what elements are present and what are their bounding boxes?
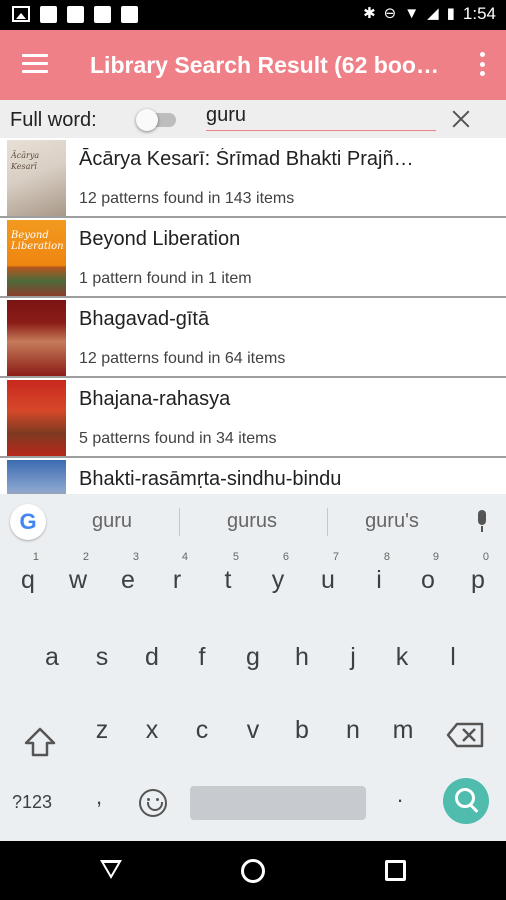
list-item[interactable]: Beyond Liberation Beyond Liberation 1 pa… bbox=[0, 218, 506, 298]
suggestion-divider bbox=[179, 508, 180, 536]
app-bar: Library Search Result (62 book… bbox=[0, 30, 506, 100]
key-row-4: ?123 , . bbox=[0, 772, 506, 844]
match-summary: 5 patterns found in 34 items bbox=[79, 430, 277, 447]
key-h[interactable]: h bbox=[278, 627, 326, 687]
notification-icons bbox=[12, 6, 138, 23]
key-row-2: a s d f g h j k l bbox=[0, 627, 506, 699]
back-icon[interactable] bbox=[100, 860, 122, 879]
period-key[interactable]: . bbox=[397, 782, 403, 808]
image-icon bbox=[12, 6, 30, 22]
key-j[interactable]: j bbox=[329, 627, 377, 687]
notification-icon bbox=[94, 6, 111, 23]
more-vert-icon[interactable] bbox=[480, 52, 486, 76]
mic-icon[interactable] bbox=[474, 510, 490, 534]
navigation-bar bbox=[0, 841, 506, 900]
results-list: Ācārya Kesarī Ācārya Kesarī: Śrīmad Bhak… bbox=[0, 138, 506, 494]
key-row-3: z x c v b n m bbox=[0, 700, 506, 772]
match-summary: 12 patterns found in 143 items bbox=[79, 190, 295, 207]
key-v[interactable]: v bbox=[229, 700, 277, 760]
backspace-icon[interactable] bbox=[446, 720, 486, 750]
suggestion[interactable]: guru bbox=[57, 510, 167, 533]
notification-icon bbox=[121, 6, 138, 23]
key-t[interactable]: t5 bbox=[204, 550, 252, 610]
search-key[interactable] bbox=[443, 778, 489, 824]
book-title: Beyond Liberation bbox=[79, 228, 241, 250]
book-title: Ācārya Kesarī: Śrīmad Bhakti Prajñ… bbox=[79, 148, 414, 170]
key-u[interactable]: u7 bbox=[304, 550, 352, 610]
full-word-toggle[interactable] bbox=[136, 109, 176, 131]
recents-icon[interactable] bbox=[385, 860, 406, 881]
key-y[interactable]: y6 bbox=[254, 550, 302, 610]
suggestion-bar: G guru gurus guru's bbox=[0, 494, 506, 550]
clock: 1:54 bbox=[462, 4, 496, 23]
search-input[interactable] bbox=[206, 101, 436, 131]
google-icon[interactable]: G bbox=[10, 504, 46, 540]
key-z[interactable]: z bbox=[78, 700, 126, 760]
match-summary: 1 pattern found in 1 item bbox=[79, 270, 252, 287]
list-item[interactable]: Bhajana-rahasya 5 patterns found in 34 i… bbox=[0, 378, 506, 458]
dnd-icon: ⊖ bbox=[383, 5, 397, 22]
key-i[interactable]: i8 bbox=[355, 550, 403, 610]
key-r[interactable]: r4 bbox=[153, 550, 201, 610]
book-title: Bhakti-rasāmṛta-sindhu-bindu bbox=[79, 468, 342, 490]
book-cover: Ācārya Kesarī bbox=[7, 140, 66, 216]
book-cover bbox=[7, 380, 66, 456]
emoji-icon[interactable] bbox=[139, 789, 167, 817]
notification-icon bbox=[40, 6, 57, 23]
battery-icon: ▮ bbox=[446, 5, 455, 22]
key-c[interactable]: c bbox=[178, 700, 226, 760]
book-cover bbox=[7, 460, 66, 494]
bluetooth-icon: ✱ bbox=[363, 5, 376, 22]
key-b[interactable]: b bbox=[278, 700, 326, 760]
key-f[interactable]: f bbox=[178, 627, 226, 687]
key-w[interactable]: w2 bbox=[54, 550, 102, 610]
suggestion[interactable]: gurus bbox=[197, 510, 307, 533]
full-word-label: Full word: bbox=[10, 109, 97, 131]
key-p[interactable]: p0 bbox=[454, 550, 502, 610]
wifi-icon: ▼ bbox=[404, 5, 420, 22]
key-x[interactable]: x bbox=[128, 700, 176, 760]
status-bar: ✱ ⊖ ▼ ◢ ▮ 1:54 bbox=[0, 0, 506, 30]
cover-text: Ācārya Kesarī bbox=[11, 151, 40, 171]
page-title: Library Search Result (62 book… bbox=[90, 52, 450, 78]
key-m[interactable]: m bbox=[379, 700, 427, 760]
system-icons: ✱ ⊖ ▼ ◢ ▮ 1:54 bbox=[363, 4, 496, 24]
notification-icon bbox=[67, 6, 84, 23]
key-a[interactable]: a bbox=[28, 627, 76, 687]
search-row: Full word: bbox=[0, 100, 506, 138]
match-summary: 12 patterns found in 64 items bbox=[79, 350, 286, 367]
book-title: Bhajana-rahasya bbox=[79, 388, 231, 410]
list-item[interactable]: Bhakti-rasāmṛta-sindhu-bindu bbox=[0, 458, 506, 494]
suggestion-divider bbox=[327, 508, 328, 536]
key-n[interactable]: n bbox=[329, 700, 377, 760]
cover-text: Beyond Liberation bbox=[11, 230, 64, 252]
symbols-key[interactable]: ?123 bbox=[12, 792, 52, 813]
space-key[interactable] bbox=[190, 786, 366, 820]
key-k[interactable]: k bbox=[378, 627, 426, 687]
list-item[interactable]: Bhagavad-gītā 12 patterns found in 64 it… bbox=[0, 298, 506, 378]
key-s[interactable]: s bbox=[78, 627, 126, 687]
shift-icon[interactable] bbox=[20, 723, 60, 763]
signal-icon: ◢ bbox=[427, 5, 439, 22]
book-cover bbox=[7, 300, 66, 376]
comma-key[interactable]: , bbox=[96, 784, 102, 810]
book-title: Bhagavad-gītā bbox=[79, 308, 210, 330]
key-d[interactable]: d bbox=[128, 627, 176, 687]
key-o[interactable]: o9 bbox=[404, 550, 452, 610]
book-cover: Beyond Liberation bbox=[7, 220, 66, 296]
key-g[interactable]: g bbox=[229, 627, 277, 687]
toggle-thumb bbox=[136, 109, 158, 131]
list-item[interactable]: Ācārya Kesarī Ācārya Kesarī: Śrīmad Bhak… bbox=[0, 138, 506, 218]
key-l[interactable]: l bbox=[429, 627, 477, 687]
menu-icon[interactable] bbox=[22, 54, 48, 74]
key-row-1: q1 w2 e3 r4 t5 y6 u7 i8 o9 p0 bbox=[0, 550, 506, 622]
home-icon[interactable] bbox=[241, 859, 265, 883]
soft-keyboard: G guru gurus guru's q1 w2 e3 r4 t5 y6 u7… bbox=[0, 494, 506, 841]
key-e[interactable]: e3 bbox=[104, 550, 152, 610]
key-q[interactable]: q1 bbox=[4, 550, 52, 610]
close-icon[interactable] bbox=[450, 108, 472, 130]
suggestion[interactable]: guru's bbox=[337, 510, 447, 533]
